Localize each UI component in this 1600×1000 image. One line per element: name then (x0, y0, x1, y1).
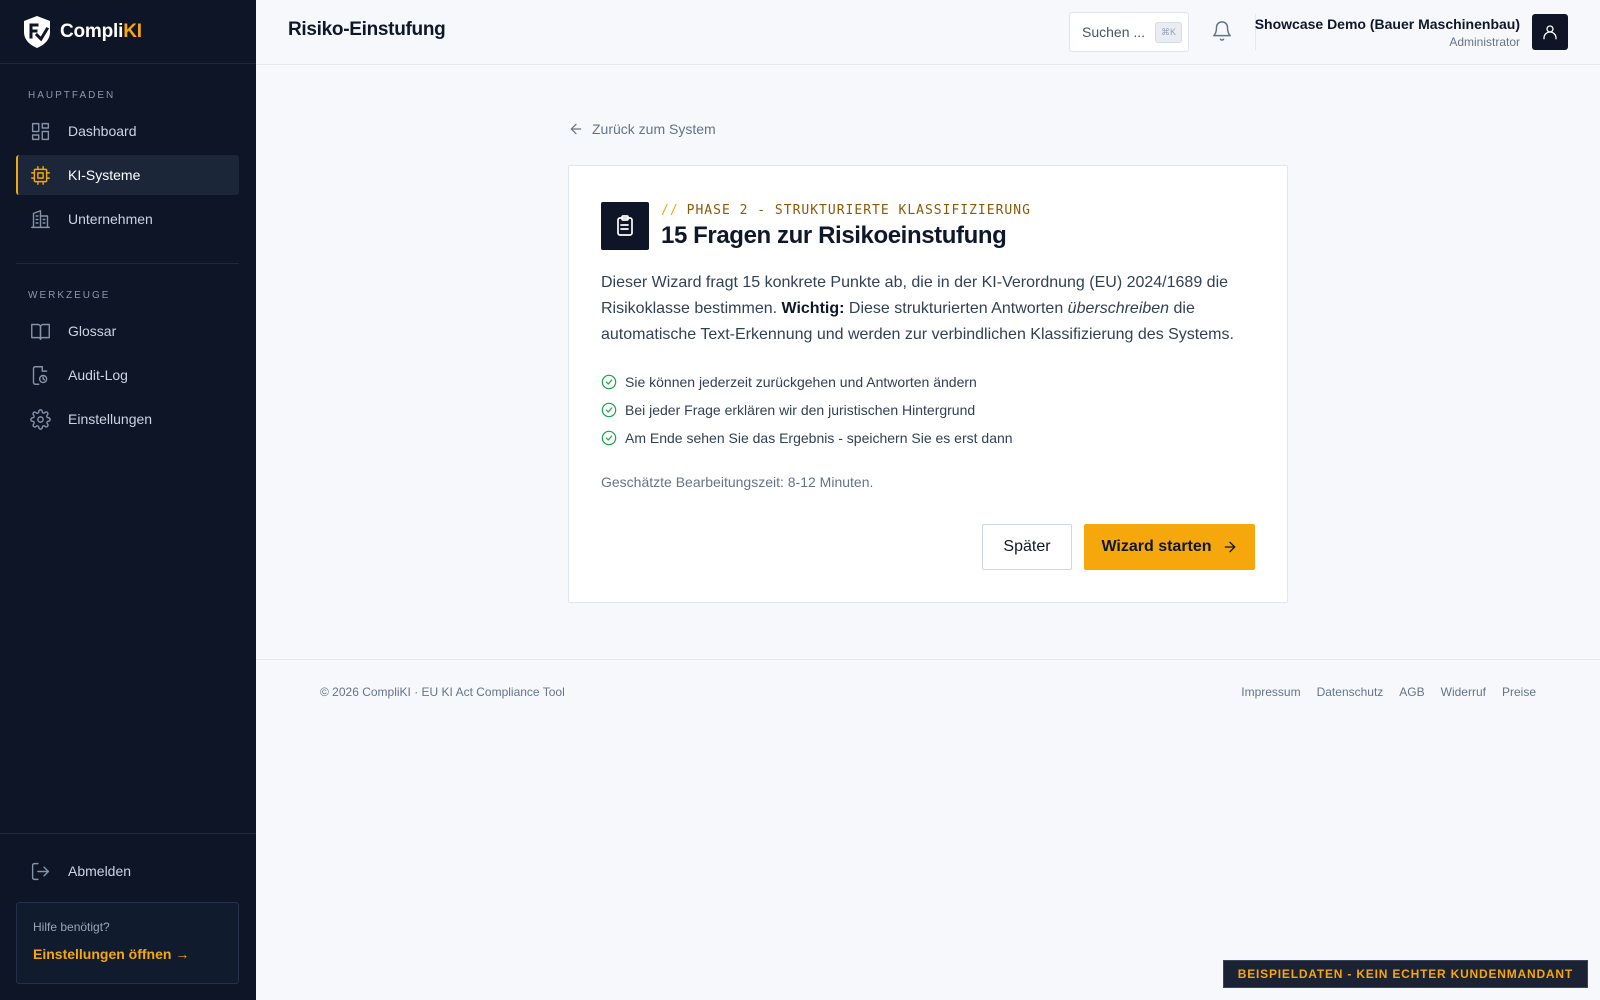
phase-eyebrow: // PHASE 2 - STRUKTURIERTE KLASSIFIZIERUN… (661, 203, 1031, 218)
sidebar-bottom-divider (0, 833, 256, 834)
user-name: Showcase Demo (Bauer Maschinenbau) (1254, 16, 1520, 32)
shield-logo-icon (24, 15, 50, 48)
footer-links: Impressum Datenschutz AGB Widerruf Preis… (1241, 685, 1536, 699)
check-circle-icon (601, 402, 617, 418)
user-icon (1543, 25, 1557, 40)
demo-data-badge: Beispieldaten - kein echter Kundenmandan… (1222, 960, 1588, 988)
sidebar-item-label: Dashboard (68, 123, 137, 139)
feature-checklist: Sie können jederzeit zurückgehen und Ant… (601, 368, 1013, 452)
wizard-intro-card: // PHASE 2 - STRUKTURIERTE KLASSIFIZIERUN… (568, 165, 1288, 603)
footer-divider (256, 659, 1600, 660)
start-wizard-label: Wizard starten (1101, 538, 1212, 555)
book-icon (31, 323, 50, 340)
footer-link-impressum[interactable]: Impressum (1241, 685, 1300, 699)
clipboard-icon (617, 215, 633, 236)
sidebar-item-glossar[interactable]: Glossar (16, 311, 239, 351)
check-circle-icon (601, 374, 617, 390)
footer-link-datenschutz[interactable]: Datenschutz (1317, 685, 1384, 699)
sidebar-item-ki-systeme[interactable]: KI-Systeme (16, 155, 239, 195)
brand-name: CompliKI (60, 20, 142, 42)
search-placeholder: Suchen ... (1082, 24, 1146, 40)
eyebrow-slashes: // (661, 203, 679, 218)
footer-link-preise[interactable]: Preise (1502, 685, 1536, 699)
checklist-item: Am Ende sehen Sie das Ergebnis - speiche… (601, 424, 1013, 452)
logout-icon (31, 862, 50, 880)
search-input[interactable]: Suchen ... ⌘K (1069, 12, 1189, 52)
clipboard-icon-tile (601, 202, 649, 250)
building-icon (31, 209, 50, 228)
page-title: Risiko-Einstufung (288, 19, 446, 40)
start-wizard-button[interactable]: Wizard starten (1084, 524, 1255, 570)
arrow-right-icon (1224, 541, 1235, 553)
help-settings-link[interactable]: Einstellungen öffnen → (33, 946, 189, 962)
sidebar-item-audit-log[interactable]: Audit-Log (16, 355, 239, 395)
help-box: Hilfe benötigt? Einstellungen öffnen → (16, 902, 239, 984)
section-label-tools: Werkzeuge (28, 290, 111, 301)
card-title: 15 Fragen zur Risikoeinstufung (661, 222, 1007, 249)
sidebar-item-einstellungen[interactable]: Einstellungen (16, 399, 239, 439)
sidebar-item-label: KI-Systeme (68, 167, 141, 183)
later-button[interactable]: Später (982, 524, 1072, 570)
card-description: Dieser Wizard fragt 15 konkrete Punkte a… (601, 274, 1234, 343)
bell-icon (1213, 21, 1231, 41)
dashboard-icon (31, 122, 50, 140)
arrow-left-icon (570, 123, 582, 135)
user-info[interactable]: Showcase Demo (Bauer Maschinenbau) Admin… (1255, 16, 1520, 49)
logout-button[interactable]: Abmelden (16, 851, 239, 891)
help-label: Hilfe benötigt? (33, 920, 110, 934)
sidebar-item-label: Einstellungen (68, 411, 153, 427)
section-label-main: Hauptfaden (28, 90, 116, 101)
avatar[interactable] (1532, 14, 1568, 50)
sidebar-divider (16, 263, 239, 264)
checklist-item: Bei jeder Frage erklären wir den juristi… (601, 396, 1013, 424)
chip-icon (31, 165, 50, 185)
footer-copyright: © 2026 CompliKI · EU KI Act Compliance T… (320, 685, 565, 699)
sidebar-item-dashboard[interactable]: Dashboard (16, 111, 239, 151)
brand[interactable]: CompliKI (0, 0, 256, 64)
eyebrow-text: PHASE 2 - STRUKTURIERTE KLASSIFIZIERUNG (686, 203, 1031, 218)
user-role: Administrator (1449, 35, 1520, 49)
gear-icon (30, 408, 51, 430)
checklist-item: Sie können jederzeit zurückgehen und Ant… (601, 368, 1013, 396)
back-to-system-link[interactable]: Zurück zum System (568, 121, 716, 137)
sidebar: CompliKI Hauptfaden Dashboard KI-Systeme… (0, 0, 256, 1000)
sidebar-item-label: Glossar (68, 323, 117, 339)
footer-link-agb[interactable]: AGB (1399, 685, 1424, 699)
footer-link-widerruf[interactable]: Widerruf (1441, 685, 1486, 699)
time-estimate: Geschätzte Bearbeitungszeit: 8-12 Minute… (601, 474, 874, 490)
sidebar-item-unternehmen[interactable]: Unternehmen (16, 199, 239, 239)
search-shortcut-badge: ⌘K (1155, 21, 1183, 43)
audit-icon (32, 365, 48, 385)
check-circle-icon (601, 430, 617, 446)
back-label: Zurück zum System (592, 121, 716, 137)
notifications-button[interactable] (1211, 20, 1235, 44)
top-header: Risiko-Einstufung Suchen ... ⌘K Showcase… (256, 0, 1600, 65)
sidebar-item-label: Unternehmen (68, 211, 153, 227)
logout-label: Abmelden (68, 863, 132, 879)
sidebar-item-label: Audit-Log (68, 367, 128, 383)
